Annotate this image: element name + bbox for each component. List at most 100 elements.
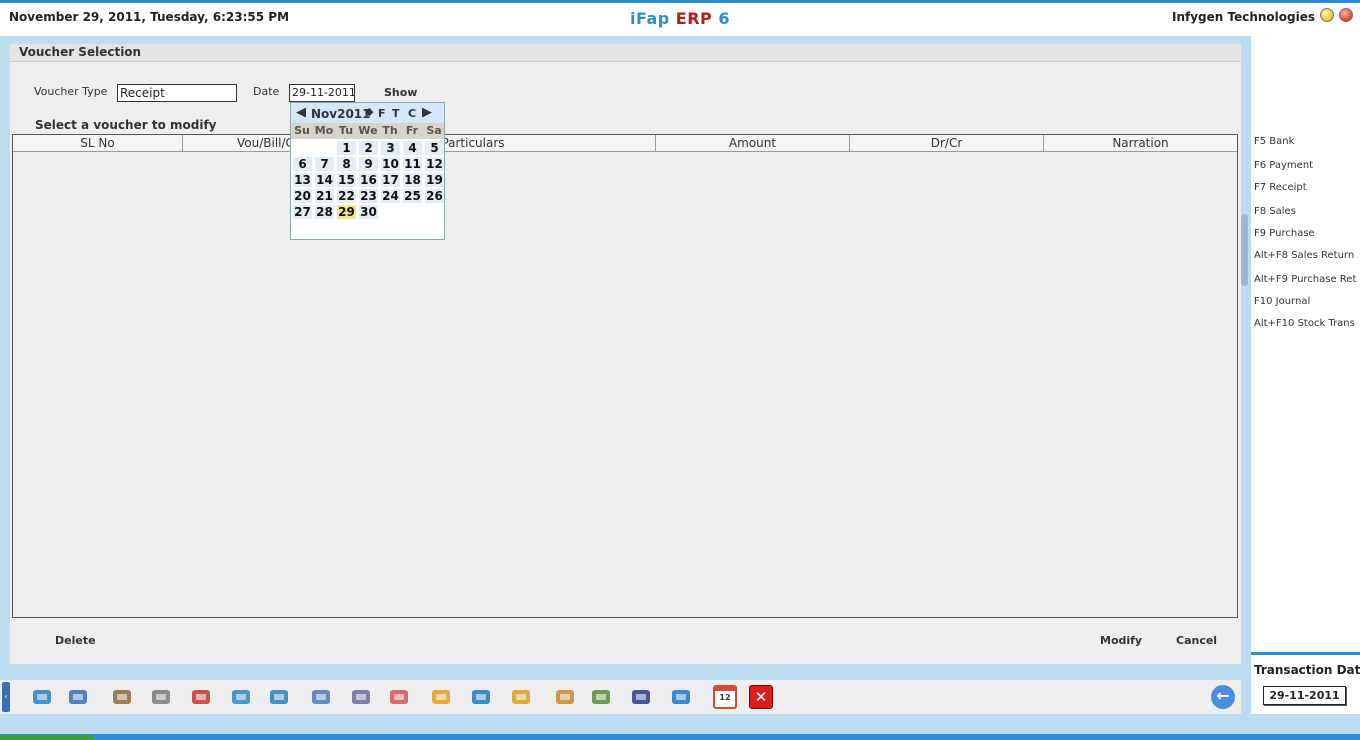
calendar-day[interactable]: 12 bbox=[425, 157, 444, 171]
calendar-day[interactable]: 21 bbox=[315, 189, 334, 203]
shortcut-purchase-return[interactable]: Alt+F9 Purchase Ret bbox=[1254, 274, 1356, 285]
close-window-icon[interactable] bbox=[1339, 8, 1353, 22]
weekday-we: We bbox=[358, 124, 378, 137]
calendar-weekdays: Su Mo Tu We Th Fr Sa bbox=[291, 123, 444, 139]
users-icon[interactable] bbox=[110, 685, 134, 709]
shortcut-bank[interactable]: F5 Bank bbox=[1254, 136, 1294, 147]
calendar-day[interactable]: 13 bbox=[293, 173, 312, 187]
window-icon[interactable] bbox=[309, 685, 333, 709]
calendar-day[interactable]: 23 bbox=[359, 189, 378, 203]
prev-month-icon[interactable]: ◀ bbox=[296, 105, 306, 120]
user-phone-icon[interactable] bbox=[66, 685, 90, 709]
column-vou-bill[interactable]: Vou/Bill/Ch bbox=[183, 135, 291, 152]
cancel-button[interactable]: Cancel bbox=[1176, 634, 1217, 647]
weekday-th: Th bbox=[382, 124, 398, 137]
calendar-day[interactable]: 28 bbox=[315, 205, 334, 219]
shortcut-stock-transfer[interactable]: Alt+F10 Stock Trans bbox=[1254, 318, 1355, 329]
calendar-day[interactable]: 25 bbox=[403, 189, 422, 203]
month-spinner-icon[interactable]: ◆ bbox=[365, 105, 373, 118]
date-picker-popup[interactable]: ◀ Nov2011 ◆ F T C ▶ Su Mo Tu We Th Fr Sa… bbox=[290, 102, 445, 240]
document-icon[interactable] bbox=[349, 685, 373, 709]
calendar-day[interactable]: 18 bbox=[403, 173, 422, 187]
calendar-option-f[interactable]: F bbox=[378, 107, 386, 120]
voucher-table[interactable]: SL No Vou/Bill/Ch Particulars Amount Dr/… bbox=[12, 134, 1238, 618]
voucher-selection-panel: Voucher Selection Voucher Type Receipt D… bbox=[10, 44, 1241, 664]
calculator-icon[interactable] bbox=[553, 685, 577, 709]
calendar-day[interactable]: 5 bbox=[425, 141, 444, 155]
column-sl-no[interactable]: SL No bbox=[13, 135, 183, 152]
calendar-day[interactable]: 24 bbox=[381, 189, 400, 203]
bank-icon[interactable] bbox=[30, 685, 54, 709]
back-arrow-icon[interactable]: ← bbox=[1211, 685, 1235, 709]
voucher-type-input[interactable]: Receipt bbox=[117, 84, 237, 102]
shortcut-sales-return[interactable]: Alt+F8 Sales Return bbox=[1254, 250, 1354, 261]
shopping-cart-icon[interactable] bbox=[229, 685, 253, 709]
bottom-toolbar: ‹ ← 12 ✕ bbox=[0, 680, 1241, 714]
calendar-day[interactable]: 11 bbox=[403, 157, 422, 171]
transfer-icon[interactable] bbox=[267, 685, 291, 709]
delete-button[interactable]: Delete bbox=[55, 634, 96, 647]
title-bar: November 29, 2011, Tuesday, 6:23:55 PM i… bbox=[0, 0, 1360, 36]
toolbar-grip-icon[interactable]: ‹ bbox=[2, 682, 10, 712]
calendar-nav: ◀ Nov2011 ◆ F T C ▶ bbox=[291, 103, 444, 123]
column-dr-cr[interactable]: Dr/Cr bbox=[850, 135, 1044, 152]
column-narration[interactable]: Narration bbox=[1044, 135, 1237, 152]
next-month-icon[interactable]: ▶ bbox=[422, 105, 432, 120]
transaction-date-label: Transaction Date bbox=[1254, 663, 1360, 677]
calendar-day[interactable]: 27 bbox=[293, 205, 312, 219]
calendar-day[interactable]: 30 bbox=[359, 205, 378, 219]
date-input[interactable]: 29-11-2011 bbox=[289, 84, 355, 102]
calendar-day[interactable]: 14 bbox=[315, 173, 334, 187]
calendar-day[interactable]: 16 bbox=[359, 173, 378, 187]
modify-button[interactable]: Modify bbox=[1100, 634, 1142, 647]
calendar-month-label: Nov2011 bbox=[311, 107, 371, 121]
calendar-day[interactable]: 1 bbox=[337, 141, 356, 155]
calendar-day[interactable]: 20 bbox=[293, 189, 312, 203]
calendar-day[interactable]: 29 bbox=[337, 205, 356, 219]
spreadsheet-icon[interactable] bbox=[589, 685, 613, 709]
table-header: SL No Vou/Bill/Ch Particulars Amount Dr/… bbox=[13, 135, 1237, 152]
shortcut-purchase[interactable]: F9 Purchase bbox=[1254, 228, 1315, 239]
status-indicator bbox=[0, 735, 94, 740]
calendar-day[interactable]: 17 bbox=[381, 173, 400, 187]
voucher-type-label: Voucher Type bbox=[34, 85, 108, 98]
shortcut-payment[interactable]: F6 Payment bbox=[1254, 160, 1313, 171]
transaction-date-value[interactable]: 29-11-2011 bbox=[1263, 686, 1346, 705]
calendar-day[interactable]: 15 bbox=[337, 173, 356, 187]
calendar-day[interactable]: 10 bbox=[381, 157, 400, 171]
show-button[interactable]: Show bbox=[384, 86, 417, 99]
exit-icon[interactable]: ✕ bbox=[749, 685, 773, 709]
hierarchy-icon[interactable] bbox=[429, 685, 453, 709]
calendar-day[interactable]: 3 bbox=[381, 141, 400, 155]
app-title-version: 6 bbox=[718, 9, 730, 28]
calendar-day[interactable]: 7 bbox=[315, 157, 334, 171]
calendar-option-t[interactable]: T bbox=[392, 107, 400, 120]
shortcut-journal[interactable]: F10 Journal bbox=[1254, 296, 1310, 307]
shortcut-receipt[interactable]: F7 Receipt bbox=[1254, 182, 1307, 193]
calendar-icon[interactable]: 12 bbox=[713, 685, 737, 709]
calendar-day[interactable]: 2 bbox=[359, 141, 378, 155]
box-icon[interactable] bbox=[509, 685, 533, 709]
calendar-day[interactable]: 8 bbox=[337, 157, 356, 171]
calendar-day[interactable]: 26 bbox=[425, 189, 444, 203]
ledger-book-icon[interactable] bbox=[189, 685, 213, 709]
calendar-option-c[interactable]: C bbox=[408, 107, 416, 120]
column-amount[interactable]: Amount bbox=[656, 135, 850, 152]
date-label: Date bbox=[253, 85, 280, 98]
select-voucher-heading: Select a voucher to modify bbox=[35, 118, 217, 132]
calendar-day[interactable]: 6 bbox=[293, 157, 312, 171]
gears-icon[interactable] bbox=[149, 685, 173, 709]
calendar-day[interactable]: 9 bbox=[359, 157, 378, 171]
chart-icon[interactable] bbox=[387, 685, 411, 709]
panel-title: Voucher Selection bbox=[19, 45, 142, 59]
shortcut-sales[interactable]: F8 Sales bbox=[1254, 206, 1296, 217]
minimize-icon[interactable] bbox=[1320, 8, 1334, 22]
save-disk-icon[interactable] bbox=[629, 685, 653, 709]
settings-gear-icon[interactable] bbox=[669, 685, 693, 709]
calendar-day[interactable]: 19 bbox=[425, 173, 444, 187]
panel-resize-handle[interactable] bbox=[1241, 214, 1248, 286]
calendar-day[interactable]: 22 bbox=[337, 189, 356, 203]
weekday-tu: Tu bbox=[338, 124, 354, 137]
calendar-day[interactable]: 4 bbox=[403, 141, 422, 155]
arrows-icon[interactable] bbox=[469, 685, 493, 709]
